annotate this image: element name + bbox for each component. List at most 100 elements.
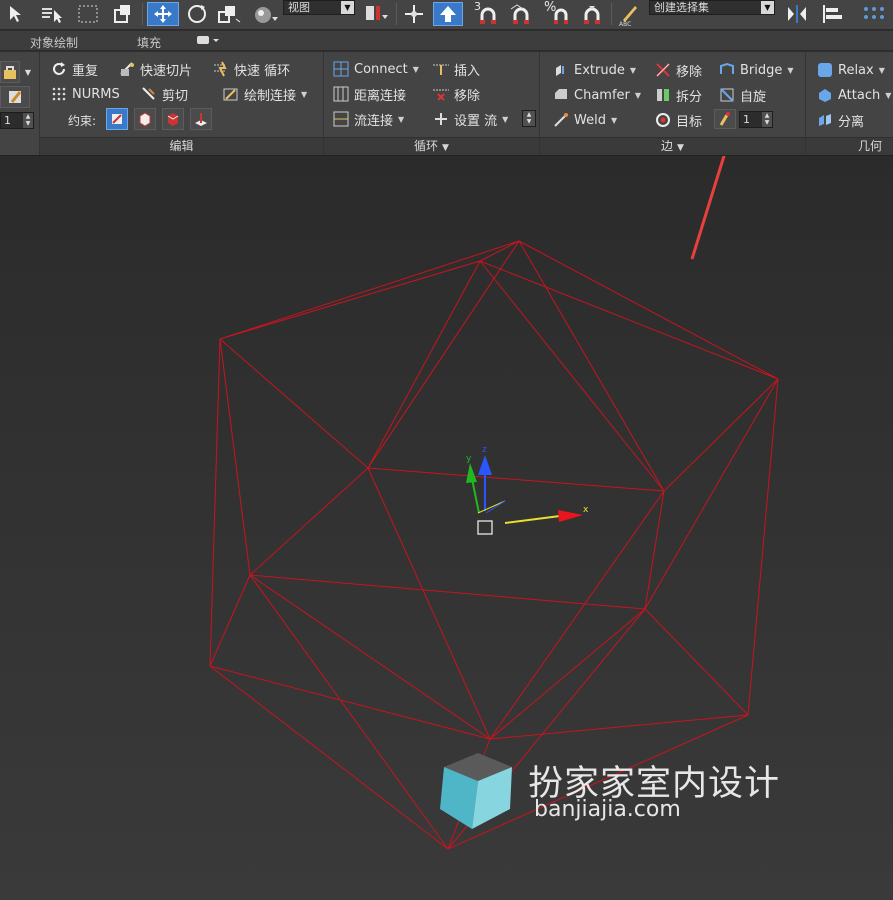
chevron-down-icon: ▼: [761, 1, 774, 14]
toolbar-separator: [611, 3, 612, 25]
select-manipulate-icon[interactable]: [400, 2, 428, 26]
constraint-normal-icon[interactable]: [190, 108, 212, 130]
remove-edge-button[interactable]: 移除: [654, 59, 702, 81]
weld-button[interactable]: Weld ▼: [552, 109, 617, 131]
gizmo-xy-plane-handle[interactable]: [477, 500, 506, 514]
gizmo-y-axis[interactable]: [471, 478, 480, 514]
constraint-none-icon[interactable]: [106, 108, 128, 130]
swiftloop-button[interactable]: 快速 循环: [212, 58, 290, 80]
paint-connect-button[interactable]: 绘制连接 ▼: [222, 83, 307, 105]
reference-coordinate-value: 视图: [288, 1, 310, 14]
ribbon-group-loops: Connect ▼ 插入 距离连接 移除 流连接 ▼ 设置 流 ▼ ▲ ▼ 循环…: [324, 52, 540, 155]
gizmo-x-arrow[interactable]: [558, 510, 583, 522]
nurms-button[interactable]: NURMS: [50, 83, 120, 105]
gizmo-center-box[interactable]: [477, 520, 493, 535]
toolbar-separator: [396, 3, 397, 25]
chevron-down-icon[interactable]: ▼: [635, 91, 641, 100]
tab-object-paint[interactable]: 对象绘制: [30, 34, 78, 51]
spinner-arrows-icon[interactable]: ▲ ▼: [523, 111, 535, 126]
ribbon-options-button[interactable]: [196, 33, 222, 47]
chamfer-button[interactable]: Chamfer ▼: [552, 84, 641, 106]
bridge-button[interactable]: Bridge ▼: [718, 59, 794, 81]
cut-button[interactable]: 剪切: [140, 83, 188, 105]
select-and-scale-icon[interactable]: [214, 2, 246, 26]
spinner-snap-icon[interactable]: [577, 2, 607, 26]
chevron-down-icon[interactable]: ▼: [885, 91, 891, 100]
chevron-down-icon: ▼: [341, 1, 354, 14]
chevron-down-icon[interactable]: ▼: [22, 61, 34, 83]
align-icon[interactable]: [818, 2, 848, 26]
chamfer-label: Chamfer: [574, 87, 630, 103]
select-and-move-icon[interactable]: [147, 2, 179, 26]
split-label: 拆分: [676, 89, 703, 105]
select-and-rotate-icon[interactable]: [182, 2, 212, 26]
keyboard-shortcut-override-icon[interactable]: [433, 2, 463, 26]
transform-gizmo[interactable]: z y x: [466, 445, 589, 535]
select-object-icon[interactable]: [2, 2, 30, 26]
remove-loop-icon: [432, 85, 450, 103]
detach-button[interactable]: 分离: [816, 109, 864, 131]
tab-populate[interactable]: 填充: [137, 34, 161, 51]
reference-coordinate-combo[interactable]: 视图 ▼: [283, 0, 355, 15]
quickslice-button[interactable]: 快速切片: [118, 58, 192, 80]
gizmo-z-arrow[interactable]: [478, 455, 492, 475]
gizmo-z-label: z: [482, 445, 487, 455]
edge-spinner[interactable]: 1 ▲ ▼: [739, 111, 773, 128]
rectangular-selection-icon[interactable]: [74, 2, 104, 26]
spinner-arrows-icon[interactable]: ▲ ▼: [762, 112, 772, 127]
split-icon: [654, 86, 672, 104]
gizmo-xz-plane-handle[interactable]: [485, 500, 506, 514]
edit-named-selection-icon[interactable]: ABC: [615, 2, 645, 26]
paint-deform-icon[interactable]: [714, 109, 736, 129]
spin-edge-icon: [718, 86, 736, 104]
chevron-down-icon[interactable]: ▼: [787, 66, 793, 75]
chevron-down-icon[interactable]: ▼: [413, 65, 419, 74]
percent-snap-icon[interactable]: %: [542, 0, 576, 26]
distance-connect-button[interactable]: 距离连接: [332, 83, 406, 105]
window-crossing-icon[interactable]: [108, 2, 138, 26]
constraint-edge-icon[interactable]: [134, 108, 156, 130]
pivot-center-icon[interactable]: [360, 2, 392, 26]
mirror-icon[interactable]: [782, 2, 812, 26]
gizmo-y-arrow[interactable]: [466, 463, 477, 483]
angle-snap-icon[interactable]: [508, 2, 540, 26]
cropped-spinner[interactable]: 1 ▲ ▼: [0, 112, 34, 129]
extrude-button[interactable]: Extrude ▼: [552, 59, 636, 81]
snap-toggle-icon[interactable]: 3: [472, 0, 506, 26]
connect-button[interactable]: Connect ▼: [332, 58, 419, 80]
paint-brush-icon[interactable]: [0, 86, 30, 108]
edges-group-label[interactable]: 边 ▼: [540, 137, 805, 155]
remove-loop-button[interactable]: 移除: [432, 83, 480, 105]
bridge-label: Bridge: [740, 62, 783, 78]
remove-edge-label: 移除: [676, 64, 703, 80]
scene-explorer-icon[interactable]: [856, 2, 890, 26]
watermark-url: banjiajia.com: [534, 797, 681, 822]
geometry-group-label[interactable]: 几何体: [806, 137, 893, 170]
loops-group-label[interactable]: 循环 ▼: [324, 137, 539, 155]
target-weld-button[interactable]: 目标: [654, 109, 702, 131]
gizmo-x-axis[interactable]: [504, 515, 561, 524]
chevron-down-icon[interactable]: ▼: [879, 66, 885, 75]
chevron-down-icon[interactable]: ▼: [502, 115, 508, 124]
spinner-arrows-icon[interactable]: ▲ ▼: [23, 113, 33, 128]
chevron-down-icon[interactable]: ▼: [398, 115, 404, 124]
spin-edge-button[interactable]: 自旋: [718, 84, 766, 106]
insert-loop-button[interactable]: 插入: [432, 58, 480, 80]
cut-icon: [140, 85, 158, 103]
reference-coordinate-icon[interactable]: [250, 2, 282, 26]
attach-button[interactable]: Attach ▼: [816, 84, 891, 106]
flow-connect-button[interactable]: 流连接 ▼: [332, 108, 404, 130]
relax-button[interactable]: Relax ▼: [816, 59, 885, 81]
chevron-down-icon[interactable]: ▼: [301, 90, 307, 99]
named-selection-combo[interactable]: 创建选择集 ▼: [649, 0, 775, 15]
set-flow-spinner[interactable]: ▲ ▼: [522, 110, 536, 127]
connect-icon: [332, 60, 350, 78]
repeat-button[interactable]: 重复: [50, 58, 98, 80]
chevron-down-icon[interactable]: ▼: [630, 66, 636, 75]
split-button[interactable]: 拆分: [654, 84, 702, 106]
lock-selection-icon[interactable]: [0, 61, 20, 83]
constraint-face-icon[interactable]: [162, 108, 184, 130]
select-by-name-icon[interactable]: [38, 2, 68, 26]
set-flow-button[interactable]: 设置 流 ▼: [432, 108, 508, 130]
chevron-down-icon[interactable]: ▼: [611, 116, 617, 125]
